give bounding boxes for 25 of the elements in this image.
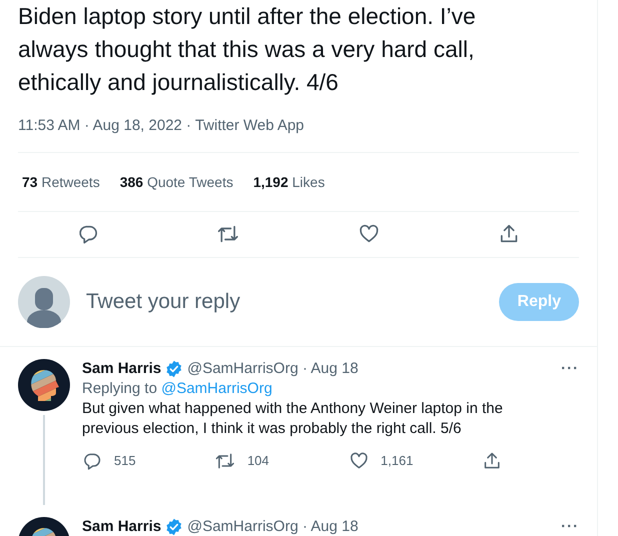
heart-icon[interactable] xyxy=(348,451,369,471)
stat-link[interactable]: 1,192 Likes xyxy=(253,174,325,190)
author-name[interactable]: Sam Harris xyxy=(82,359,162,379)
replying-to-text: Replying to @SamHarrisOrg xyxy=(82,379,274,399)
retweet-icon[interactable] xyxy=(217,223,240,245)
share-icon[interactable] xyxy=(482,451,502,471)
stat-link[interactable]: 73 Retweets xyxy=(22,174,100,190)
more-button[interactable]: ··· xyxy=(561,359,579,379)
tweet-text: But given what happened with the Anthony Weiner laptop in the previous election, I think it was probably the right call. 5/6 xyxy=(82,399,504,439)
avatar-icon xyxy=(18,276,70,328)
author-name[interactable]: Sam Harris xyxy=(82,517,162,536)
tweet-text: Biden laptop story until after the election. I’ve always thought that this was a very hard call, ethically and journalistically. 4/6 xyxy=(18,2,477,97)
action-count: 515 xyxy=(114,452,136,470)
reply-icon[interactable] xyxy=(82,451,102,471)
more-button[interactable]: ··· xyxy=(561,517,579,536)
author-handle[interactable]: @SamHarrisOrg · Aug 18 xyxy=(187,517,358,536)
stat-link[interactable]: 386 Quote Tweets xyxy=(120,174,234,190)
action-count: 1,161 xyxy=(380,452,414,470)
tweet-timestamp: 11:53 AM · Aug 18, 2022 · Twitter Web App xyxy=(18,99,579,153)
avatar-icon[interactable] xyxy=(18,359,70,411)
author-handle[interactable]: @SamHarrisOrg · Aug 18 xyxy=(187,359,358,379)
heart-icon[interactable] xyxy=(358,223,380,245)
retweet-icon[interactable] xyxy=(215,451,236,471)
reply-icon[interactable] xyxy=(77,223,100,245)
action-count: 104 xyxy=(247,452,270,470)
